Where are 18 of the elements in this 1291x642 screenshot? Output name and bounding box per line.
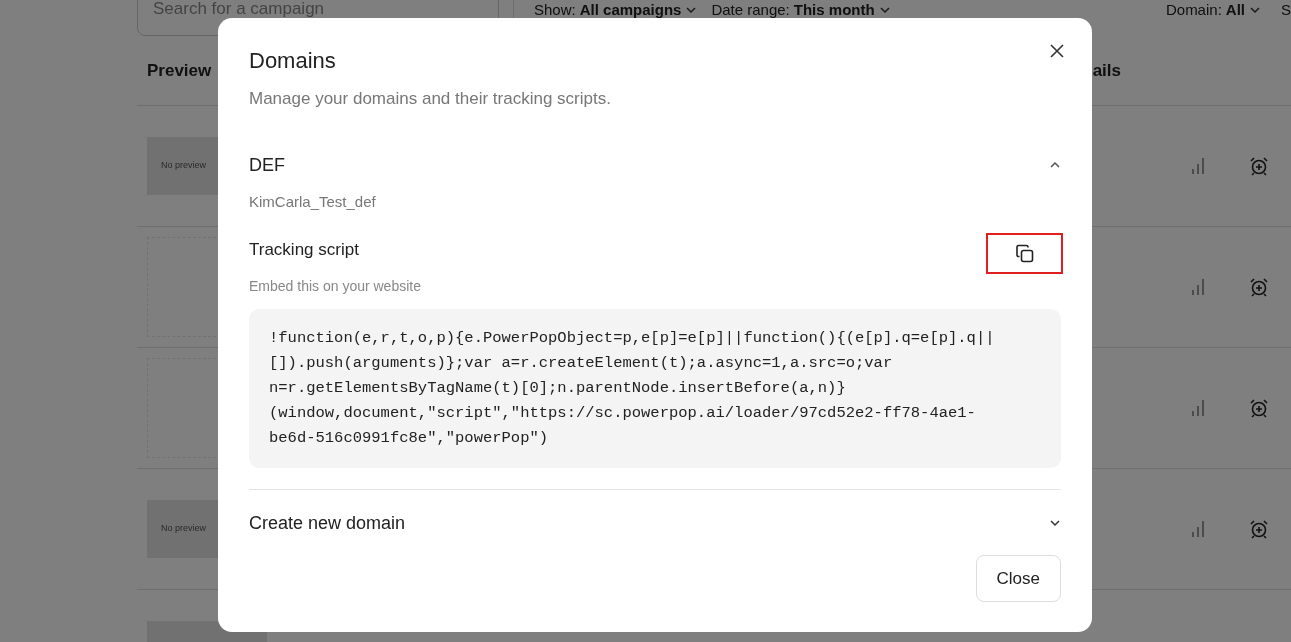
- alarm-add-icon[interactable]: [1249, 398, 1269, 418]
- modal-subtitle: Manage your domains and their tracking scripts.: [249, 88, 612, 111]
- alarm-add-icon[interactable]: [1249, 277, 1269, 297]
- copy-icon: [1014, 243, 1035, 264]
- column-header: ails: [1092, 59, 1121, 82]
- column-header: Preview: [147, 59, 212, 82]
- filter-dropdown[interactable]: Date range: This month: [711, 2, 891, 17]
- copy-button[interactable]: [986, 233, 1063, 275]
- filter-dropdown[interactable]: Domain: All: [1165, 2, 1261, 17]
- alarm-add-icon[interactable]: [1249, 519, 1269, 539]
- section-title: Tracking script: [249, 239, 360, 262]
- section-hint: Embed this on your website: [249, 276, 421, 296]
- close-button[interactable]: Close: [975, 554, 1061, 602]
- filter-dropdown[interactable]: S: [1281, 2, 1291, 17]
- filter-dropdown[interactable]: Show: All campaigns: [534, 2, 698, 17]
- modal-title: Domains: [249, 48, 337, 75]
- code-block: !function(e,r,t,o,p){e.PowerPopObject=p,e[p]=e[p]||function(){(e[p].q=e[p].q|| []).push(arguments)};var a=r.createElement(t);a.async=1,a.src=o;var n=r.getElementsByTagName(t)[0];n.parentNode.insertBefore(a,n)} (window,document,"script","https://sc.powerpop.ai/loader/97cd52e2-ff78-4ae1- be6d-516c0991fc8e","powerPop"): [249, 308, 1061, 468]
- alarm-add-icon[interactable]: [1249, 156, 1269, 176]
